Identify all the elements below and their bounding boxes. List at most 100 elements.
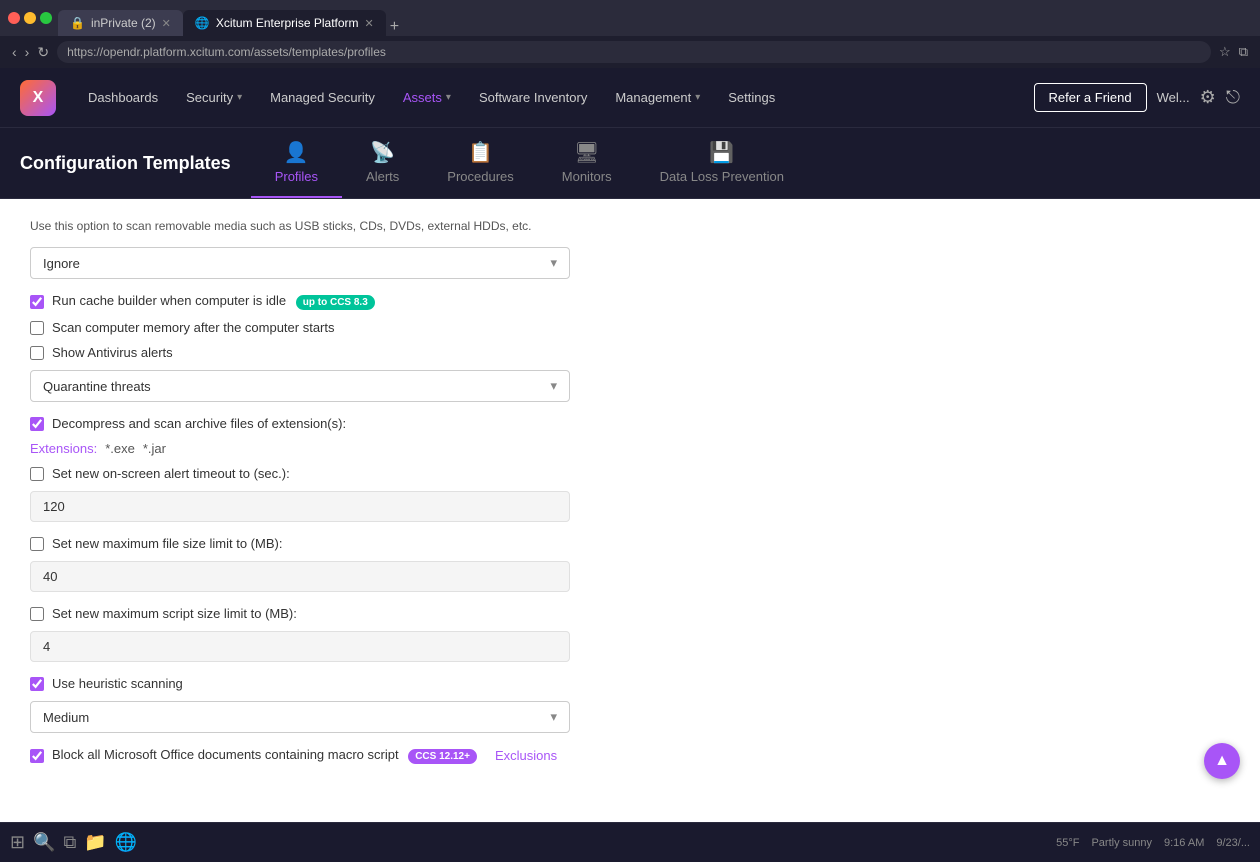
nav-settings[interactable]: Settings [716,84,787,111]
max-file-size-checkbox[interactable] [30,537,44,551]
app-logo: X [20,80,56,116]
tab-icon: 🔒 [70,16,85,30]
chevron-down-icon: ▾ [550,255,557,271]
tab-inprivate[interactable]: 🔒 inPrivate (2) ✕ [58,10,183,36]
procedures-icon: 📋 [468,140,493,165]
dropdown-2-value: Quarantine threats [43,379,151,394]
tab-dlp-label: Data Loss Prevention [660,169,784,184]
nav-dashboards[interactable]: Dashboards [76,84,170,111]
nav-management[interactable]: Management ▾ [603,84,712,111]
quarantine-threats-dropdown[interactable]: Quarantine threats ▾ [30,370,570,402]
dropdown-2-row: Quarantine threats ▾ [30,370,1230,402]
alert-timeout-checkbox[interactable] [30,467,44,481]
tab-profiles-label: Profiles [275,169,318,184]
extension-exe: *.exe [105,441,135,456]
block-macro-checkbox[interactable] [30,749,44,763]
hint-row: Use this option to scan removable media … [30,219,1230,233]
chevron-down-icon: ▾ [550,709,557,725]
sub-tabs: 👤 Profiles 📡 Alerts 📋 Procedures 🖥 Monit… [251,128,1240,198]
forward-button[interactable]: › [25,44,30,60]
taskview-button[interactable]: ⧉ [64,832,77,853]
chevron-down-icon: ▾ [695,92,700,103]
tab-close-active-icon[interactable]: ✕ [365,17,374,30]
tab-xcitum[interactable]: 🌐 Xcitum Enterprise Platform ✕ [183,10,386,36]
max-file-size-input[interactable] [30,561,570,592]
taskbar-time: 9:16 AM [1164,837,1204,849]
welcome-text: Wel... [1157,90,1190,105]
minimize-window-button[interactable] [24,12,36,24]
nav-managed-security[interactable]: Managed Security [258,84,387,111]
scroll-to-top-button[interactable]: ▲ [1204,743,1240,779]
extensions-row: Extensions: *.exe *.jar [30,441,1230,456]
nav-assets[interactable]: Assets ▾ [391,84,463,111]
close-window-button[interactable] [8,12,20,24]
tab-data-loss-prevention[interactable]: 💾 Data Loss Prevention [636,128,808,198]
show-alerts-checkbox[interactable] [30,346,44,360]
max-file-size-label: Set new maximum file size limit to (MB): [52,536,282,551]
taskbar-date: 9/23/... [1216,837,1250,849]
tab-label: Xcitum Enterprise Platform [216,16,359,30]
settings-icon[interactable]: ⚙ [1200,87,1216,108]
logout-icon[interactable]: ⎋ [1226,87,1240,108]
tab-monitors[interactable]: 🖥 Monitors [538,128,636,198]
max-script-size-row: Set new maximum script size limit to (MB… [30,606,1230,621]
task-icon-2[interactable]: 🌐 [115,832,137,853]
chevron-down-icon: ▾ [550,378,557,394]
tab-profiles[interactable]: 👤 Profiles [251,128,342,198]
scan-memory-checkbox[interactable] [30,321,44,335]
tab-procedures[interactable]: 📋 Procedures [423,128,537,198]
refer-friend-button[interactable]: Refer a Friend [1034,83,1147,112]
exclusions-link[interactable]: Exclusions [495,748,557,763]
cache-builder-label: Run cache builder when computer is idle … [52,293,375,310]
tab-alerts[interactable]: 📡 Alerts [342,128,423,198]
alert-timeout-input[interactable] [30,491,570,522]
removable-media-dropdown[interactable]: Ignore ▾ [30,247,570,279]
heuristic-row: Use heuristic scanning [30,676,1230,691]
ccs-badge: up to CCS 8.3 [296,295,375,310]
decompress-row: Decompress and scan archive files of ext… [30,416,1230,431]
address-input[interactable] [57,41,1211,63]
show-alerts-label: Show Antivirus alerts [52,345,173,360]
dlp-icon: 💾 [709,140,734,165]
cache-builder-checkbox[interactable] [30,295,44,309]
tab-label: inPrivate (2) [91,16,156,30]
weather-temp: 55°F [1056,837,1079,849]
page-title: Configuration Templates [20,137,251,190]
browser-chrome: 🔒 inPrivate (2) ✕ 🌐 Xcitum Enterprise Pl… [0,0,1260,36]
maximize-window-button[interactable] [40,12,52,24]
heuristic-checkbox[interactable] [30,677,44,691]
main-nav: Dashboards Security ▾ Managed Security A… [76,84,1014,111]
alerts-icon: 📡 [370,140,395,165]
search-taskbar-button[interactable]: 🔍 [33,832,55,853]
start-button[interactable]: ⊞ [10,832,25,853]
window-controls [8,12,52,24]
taskbar-right: 55°F Partly sunny 9:16 AM 9/23/... [1056,837,1250,849]
profiles-icon: 👤 [284,140,309,165]
bookmark-icon[interactable]: ☆ [1219,44,1231,60]
weather-desc: Partly sunny [1091,837,1152,849]
max-file-size-row: Set new maximum file size limit to (MB): [30,536,1230,551]
block-macro-label: Block all Microsoft Office documents con… [52,747,477,764]
max-script-size-input[interactable] [30,631,570,662]
decompress-checkbox[interactable] [30,417,44,431]
browser-tabs: 🔒 inPrivate (2) ✕ 🌐 Xcitum Enterprise Pl… [58,0,399,36]
extensions-icon[interactable]: ⧉ [1239,44,1248,60]
task-icon-1[interactable]: 📁 [84,832,106,853]
dropdown-3-value: Medium [43,710,89,725]
decompress-label: Decompress and scan archive files of ext… [52,416,346,431]
chevron-down-icon: ▾ [446,92,451,103]
main-content: Use this option to scan removable media … [0,199,1260,822]
nav-software-inventory[interactable]: Software Inventory [467,84,599,111]
heuristic-label: Use heuristic scanning [52,676,183,691]
dropdown-1-value: Ignore [43,256,80,271]
nav-security[interactable]: Security ▾ [174,84,254,111]
heuristic-level-dropdown[interactable]: Medium ▾ [30,701,570,733]
new-tab-button[interactable]: + [390,18,399,36]
back-button[interactable]: ‹ [12,44,17,60]
tab-alerts-label: Alerts [366,169,399,184]
tab-close-icon[interactable]: ✕ [162,17,171,30]
max-script-size-checkbox[interactable] [30,607,44,621]
max-script-size-label: Set new maximum script size limit to (MB… [52,606,297,621]
sub-nav: Configuration Templates 👤 Profiles 📡 Ale… [0,128,1260,199]
reload-button[interactable]: ↻ [37,44,49,61]
